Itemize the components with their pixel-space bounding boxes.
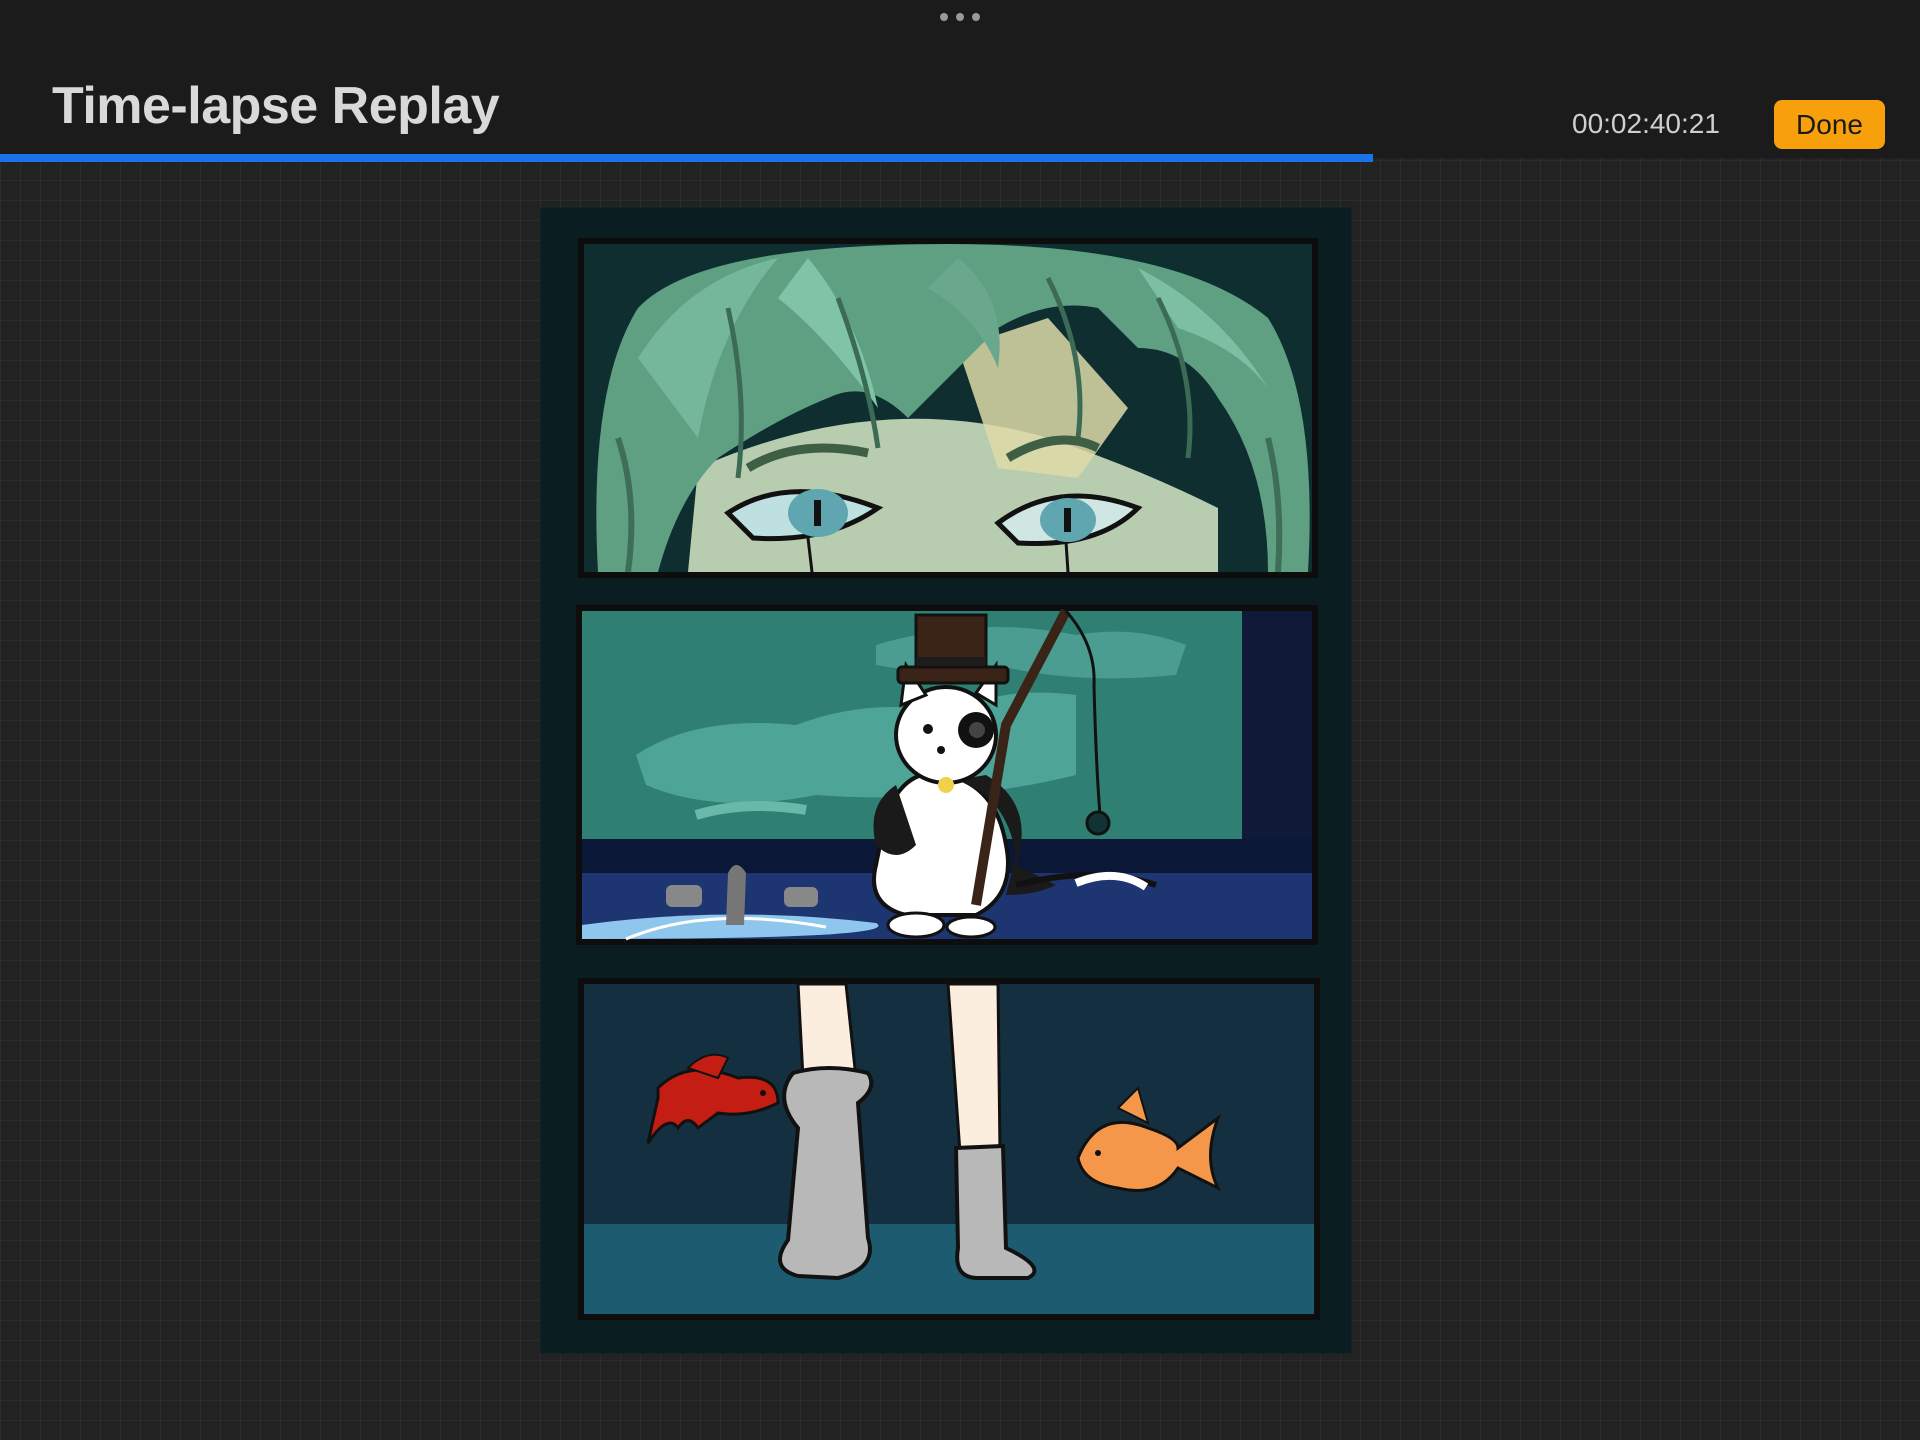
playback-progress-fill <box>0 154 1373 162</box>
cat-fishing-illustration <box>582 608 1312 941</box>
playback-scrubber[interactable] <box>0 154 1920 162</box>
comic-panel-face <box>578 238 1318 578</box>
legs-fish-illustration <box>584 982 1314 1314</box>
more-options-icon[interactable] <box>938 10 982 24</box>
page-title: Time-lapse Replay <box>52 77 500 135</box>
comic-panel-cat <box>576 605 1318 945</box>
face-illustration <box>584 244 1312 573</box>
comic-panel-fish <box>578 978 1320 1320</box>
timecode-readout: 00:02:40:21 <box>1572 108 1720 139</box>
top-bar: Time-lapse Replay 00:02:40:21 Done <box>0 0 1920 158</box>
done-button[interactable]: Done <box>1774 100 1885 149</box>
artwork-canvas <box>541 208 1351 1353</box>
